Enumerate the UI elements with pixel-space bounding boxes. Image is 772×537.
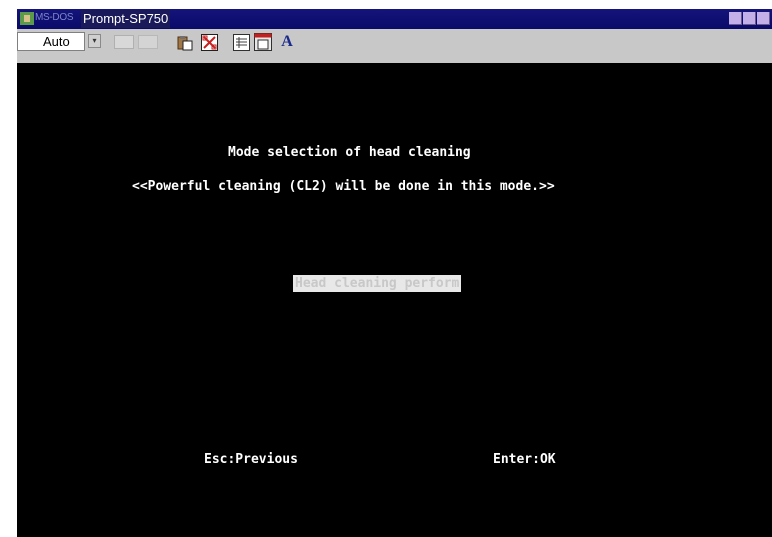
properties-icon[interactable] xyxy=(233,34,250,51)
title-bar[interactable]: MS-DOS Prompt-SP750 xyxy=(17,9,772,29)
font-size-value: Auto xyxy=(43,34,70,49)
font-size-select[interactable]: Auto xyxy=(17,32,85,51)
toolbar: Auto ▾ A xyxy=(17,29,772,63)
selected-option[interactable]: Head cleaning perform xyxy=(293,275,462,292)
maximize-icon[interactable] xyxy=(743,12,756,25)
minimize-icon[interactable] xyxy=(729,12,742,25)
msdos-app-icon[interactable] xyxy=(20,12,34,25)
title-prefix: MS-DOS xyxy=(35,12,74,23)
close-icon[interactable] xyxy=(757,12,770,25)
copy-icon[interactable] xyxy=(138,35,158,49)
background-icon[interactable] xyxy=(254,33,272,51)
footer-ok: Enter:OK xyxy=(493,452,556,467)
heading-text: Mode selection of head cleaning xyxy=(228,145,471,160)
mark-icon[interactable] xyxy=(114,35,134,49)
msdos-window: MS-DOS Prompt-SP750 Auto ▾ A Mode select… xyxy=(17,9,772,537)
footer-previous: Esc:Previous xyxy=(204,452,298,467)
paste-icon[interactable] xyxy=(177,35,193,51)
font-icon[interactable]: A xyxy=(279,34,295,50)
fullscreen-icon[interactable] xyxy=(201,34,218,51)
window-controls xyxy=(728,12,770,30)
chevron-down-icon[interactable]: ▾ xyxy=(88,34,101,48)
dos-screen[interactable]: Mode selection of head cleaning <<Powerf… xyxy=(17,63,772,537)
subheading-text: <<Powerful cleaning (CL2) will be done i… xyxy=(132,179,555,194)
window-title: Prompt-SP750 xyxy=(81,10,171,28)
